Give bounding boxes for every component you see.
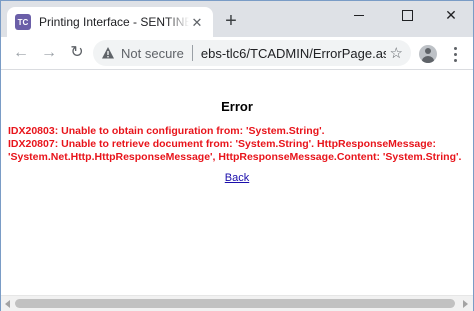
arrow-right-icon: → bbox=[41, 44, 57, 61]
close-icon: ✕ bbox=[445, 6, 457, 23]
back-link-row: Back bbox=[1, 172, 473, 184]
tc-logo-icon: TC bbox=[15, 14, 31, 30]
kebab-menu-icon[interactable] bbox=[447, 45, 463, 63]
maximize-button[interactable] bbox=[385, 1, 429, 29]
address-bar[interactable]: Not secure ebs-tlc6/TCADMIN/ErrorPage.as… bbox=[93, 40, 411, 66]
minimize-button[interactable] bbox=[337, 1, 381, 29]
scroll-left-icon[interactable] bbox=[5, 300, 10, 308]
tab-close-icon[interactable]: ✕ bbox=[189, 14, 205, 30]
tab-title: Printing Interface - SENTINEL Web bbox=[39, 15, 189, 29]
profile-avatar-icon[interactable] bbox=[419, 45, 437, 63]
reload-icon: ↻ bbox=[70, 44, 84, 61]
forward-button[interactable]: → bbox=[39, 43, 59, 63]
url-text[interactable]: ebs-tlc6/TCADMIN/ErrorPage.aspx bbox=[201, 46, 386, 61]
scroll-right-icon[interactable] bbox=[463, 300, 468, 308]
tab-strip: TC Printing Interface - SENTINEL Web ✕ +… bbox=[1, 1, 473, 37]
avatar-head bbox=[425, 48, 431, 54]
browser-window: TC Printing Interface - SENTINEL Web ✕ +… bbox=[0, 0, 474, 311]
menu-dot bbox=[453, 52, 457, 56]
horizontal-scrollbar[interactable] bbox=[1, 295, 473, 311]
avatar-body bbox=[422, 56, 434, 63]
menu-dot bbox=[453, 58, 457, 62]
arrow-left-icon: ← bbox=[13, 44, 29, 61]
browser-tab[interactable]: TC Printing Interface - SENTINEL Web ✕ bbox=[7, 7, 213, 37]
page-content: Error IDX20803: Unable to obtain configu… bbox=[1, 70, 473, 295]
error-line: IDX20803: Unable to obtain configuration… bbox=[8, 125, 325, 137]
browser-toolbar: ← → ↻ Not secure ebs-tlc6/TCADMIN/ErrorP… bbox=[1, 37, 473, 70]
maximize-icon bbox=[401, 9, 413, 21]
bookmark-star-icon[interactable]: ☆ bbox=[390, 46, 403, 61]
menu-dot bbox=[453, 46, 457, 50]
back-link[interactable]: Back bbox=[225, 172, 249, 184]
reload-button[interactable]: ↻ bbox=[67, 43, 87, 63]
warning-triangle-icon[interactable] bbox=[101, 46, 115, 60]
minimize-icon bbox=[354, 14, 364, 16]
error-message: IDX20803: Unable to obtain configuration… bbox=[8, 125, 470, 164]
security-status-label[interactable]: Not secure bbox=[121, 46, 184, 61]
scrollbar-thumb[interactable] bbox=[15, 299, 455, 308]
close-window-button[interactable]: ✕ bbox=[429, 1, 473, 29]
omnibox-divider bbox=[191, 45, 193, 61]
page-title: Error bbox=[221, 99, 253, 114]
error-line: IDX20807: Unable to retrieve document fr… bbox=[8, 138, 437, 150]
error-line: 'System.Net.Http.HttpResponseMessage', H… bbox=[8, 151, 462, 163]
new-tab-button[interactable]: + bbox=[221, 11, 241, 31]
back-button[interactable]: ← bbox=[11, 43, 31, 63]
